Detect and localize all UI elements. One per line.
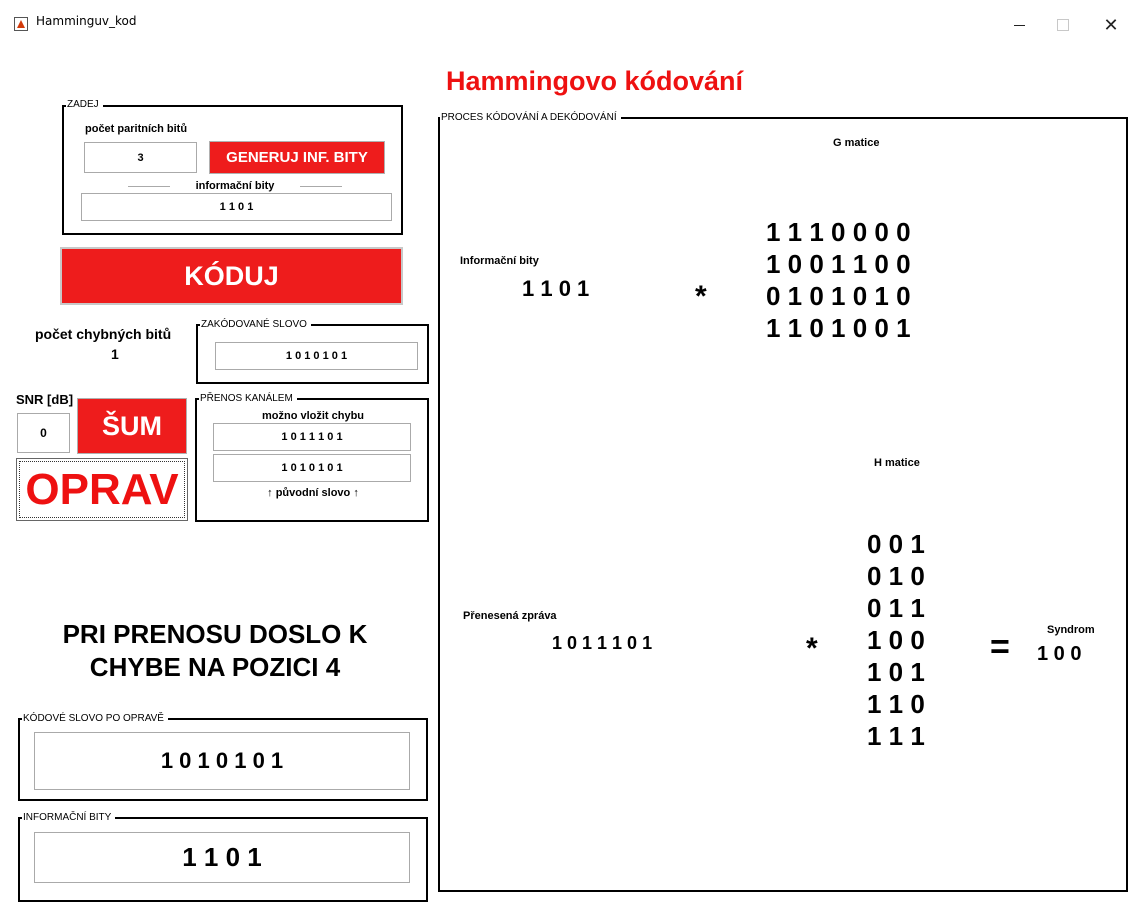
h-matrix-row: 1 0 1 [867,657,925,687]
original-word-label: ↑ původní slovo ↑ [267,487,359,499]
error-bits-label: počet chybných bitů [35,326,172,342]
corrected-word-field: 1 0 1 0 1 0 1 [34,732,410,790]
parity-bits-label: počet paritních bitů [85,123,188,135]
g-matrix-row: 1 1 1 0 0 0 0 [766,217,911,247]
info-bits-process-value: 1 1 0 1 [522,276,590,301]
close-button[interactable]: ✕ [1089,10,1133,40]
fix-button[interactable]: OPRAV [16,458,188,521]
h-matrix-row: 1 0 0 [867,625,925,655]
close-icon: ✕ [1103,14,1119,35]
window-title: Hamminguv_kod [36,14,137,28]
h-matrix-row: 1 1 1 [867,721,925,751]
info-bits-divider-left [128,186,170,187]
g-matrix-row: 1 1 0 1 0 0 1 [766,313,911,343]
page-title: Hammingovo kódování [446,66,744,96]
h-matrix-title: H matice [874,457,920,469]
parity-bits-input[interactable]: 3 [84,142,197,173]
g-matrix: 1 1 1 0 0 0 0 1 0 0 1 1 0 0 0 1 0 1 0 1 … [766,216,911,344]
zadej-panel-title: ZADEJ [66,99,103,111]
error-message-line-1: PRI PRENOSU DOSLO K [62,619,368,649]
h-matrix: 0 0 1 0 1 0 0 1 1 1 0 0 1 0 1 1 1 0 1 1 … [867,528,925,752]
channel-panel-title: PŘENOS KANÁLEM [199,393,297,405]
encode-button[interactable]: KÓDUJ [60,247,403,305]
snr-input[interactable]: 0 [17,413,70,453]
received-word-input[interactable]: 1 0 1 1 1 0 1 [213,423,411,451]
maximize-button[interactable] [1041,10,1085,40]
maximize-icon [1057,19,1069,31]
minimize-icon [1013,24,1025,26]
h-matrix-row: 0 0 1 [867,529,925,559]
error-bits-value: 1 [111,346,119,362]
transmitted-message-label: Přenesená zpráva [463,610,557,622]
generate-info-bits-button[interactable]: GENERUJ INF. BITY [209,141,385,174]
g-matrix-title: G matice [833,137,880,149]
corrected-word-panel-title: KÓDOVÉ SLOVO PO OPRAVĚ [22,713,168,725]
encoded-word-field: 1 0 1 0 1 0 1 [215,342,418,370]
syndrome-label: Syndrom [1047,624,1095,636]
g-matrix-row: 1 0 0 1 1 0 0 [766,249,911,279]
original-word-field: 1 0 1 0 1 0 1 [213,454,411,482]
syndrome-value: 1 0 0 [1037,643,1082,665]
noise-button[interactable]: ŠUM [77,398,187,454]
minimize-button[interactable] [997,10,1041,40]
info-bits-divider-right [300,186,342,187]
info-bits-result-field: 1 1 0 1 [34,832,410,883]
matlab-app-icon [14,17,28,31]
equals-sign: = [990,628,1010,666]
g-matrix-row: 0 1 0 1 0 1 0 [766,281,911,311]
process-panel-title: PROCES KÓDOVÁNÍ A DEKÓDOVÁNÍ [440,112,621,124]
h-matrix-row: 0 1 1 [867,593,925,623]
info-bits-result-panel-title: INFORMAČNÍ BITY [22,812,116,824]
error-message-line-2: CHYBE NA POZICI 4 [89,652,341,682]
error-position-message: PRI PRENOSU DOSLO K CHYBE NA POZICI 4 [20,618,410,684]
info-bits-process-label: Informační bity [460,255,539,267]
encoded-word-panel-title: ZAKÓDOVANÉ SLOVO [200,319,311,331]
channel-hint: možno vložit chybu [261,410,365,422]
h-matrix-row: 0 1 0 [867,561,925,591]
multiply-sign-g: * [695,280,707,313]
info-bits-field: 1 1 0 1 [81,193,392,221]
h-matrix-row: 1 1 0 [867,689,925,719]
snr-label: SNR [dB] [16,392,74,407]
transmitted-message-value: 1 0 1 1 1 0 1 [552,633,653,653]
multiply-sign-h: * [806,632,818,665]
info-bits-label: informační bity [195,180,275,192]
window-titlebar [0,0,1137,40]
